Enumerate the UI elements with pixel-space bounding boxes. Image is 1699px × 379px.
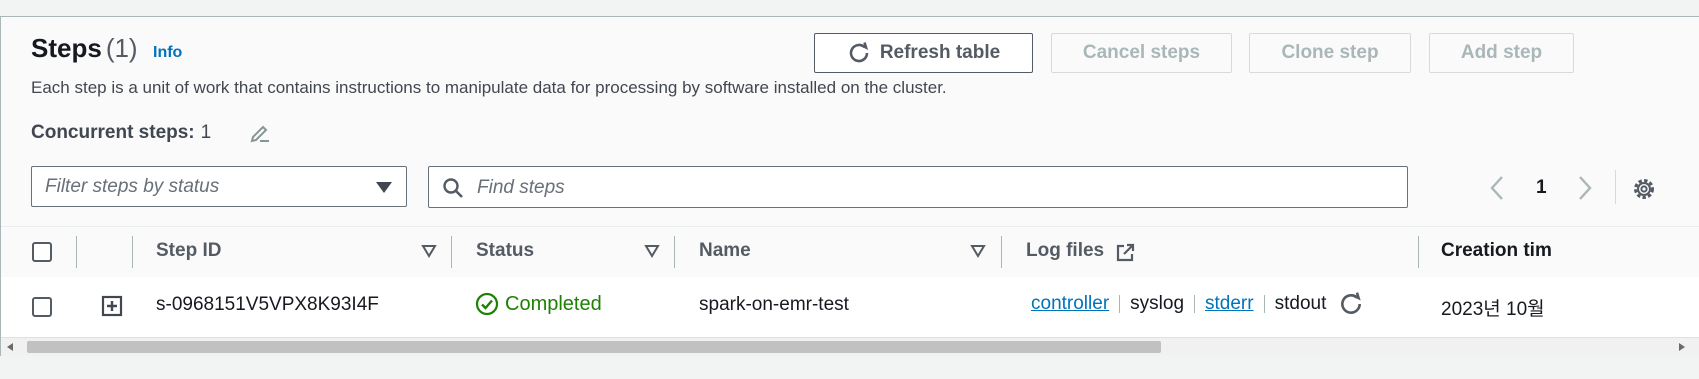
steps-description: Each step is a unit of work that contain… — [31, 78, 947, 97]
column-divider — [1418, 236, 1419, 268]
stdout-text: stdout — [1274, 293, 1327, 314]
cancel-label: Cancel steps — [1082, 42, 1201, 63]
pagination-divider — [1615, 170, 1616, 204]
check-circle-icon — [475, 292, 499, 316]
chevron-left-icon[interactable] — [1488, 175, 1506, 201]
step-name-cell: spark-on-emr-test — [699, 294, 849, 315]
select-all-checkbox[interactable] — [32, 242, 52, 262]
title-text: Steps — [31, 33, 102, 63]
log-separator — [1194, 295, 1196, 313]
log-separator — [1263, 295, 1265, 313]
status-filter-select[interactable]: Filter steps by status — [31, 166, 407, 207]
horizontal-scrollbar[interactable] — [1, 337, 1699, 356]
refresh-table-button[interactable]: Refresh table — [814, 33, 1033, 73]
column-step-id[interactable]: Step ID — [156, 240, 221, 262]
concurrent-value: 1 — [200, 122, 212, 143]
cancel-steps-button[interactable]: Cancel steps — [1051, 33, 1232, 73]
scrollbar-thumb[interactable] — [27, 341, 1161, 353]
row-checkbox[interactable] — [32, 297, 52, 317]
scroll-right-icon[interactable] — [1679, 343, 1685, 351]
scroll-left-icon[interactable] — [7, 343, 13, 351]
log-separator — [1119, 295, 1121, 313]
status-cell: Completed — [475, 292, 602, 316]
page-title: Steps (1) — [31, 33, 138, 64]
step-count: (1) — [105, 33, 138, 63]
add-step-button[interactable]: Add step — [1429, 33, 1574, 73]
column-log-files: Log files — [1026, 240, 1105, 261]
refresh-label: Refresh table — [879, 42, 1001, 63]
creation-time-cell: 2023년 10월 — [1441, 299, 1545, 320]
gear-icon[interactable] — [1631, 176, 1657, 202]
column-divider — [1001, 236, 1002, 268]
stderr-log-link[interactable]: stderr — [1205, 293, 1254, 315]
table-row[interactable]: s-0968151V5VPX8K93I4F Completed spark-on… — [1, 277, 1699, 337]
caret-down-icon — [376, 182, 392, 193]
chevron-right-icon[interactable] — [1576, 175, 1594, 201]
sort-icon[interactable] — [644, 244, 660, 258]
concurrent-label: Concurrent steps: — [31, 122, 195, 143]
sort-icon[interactable] — [970, 244, 986, 258]
controller-log-link[interactable]: controller — [1031, 293, 1109, 315]
clone-label: Clone step — [1281, 42, 1379, 63]
refresh-icon — [849, 42, 869, 63]
column-divider — [132, 236, 133, 268]
search-icon — [443, 178, 463, 198]
status-text: Completed — [505, 292, 602, 315]
sort-icon[interactable] — [421, 244, 437, 258]
page-number[interactable]: 1 — [1536, 177, 1547, 199]
column-name[interactable]: Name — [699, 240, 751, 262]
table-header: Step ID Status Name Log files Creation t… — [1, 226, 1699, 278]
info-link[interactable]: Info — [153, 44, 182, 62]
column-divider — [76, 236, 77, 268]
add-label: Add step — [1460, 42, 1543, 63]
refresh-logs-icon[interactable] — [1338, 291, 1364, 317]
step-id-cell: s-0968151V5VPX8K93I4F — [156, 294, 379, 315]
column-divider — [674, 236, 675, 268]
clone-step-button[interactable]: Clone step — [1249, 33, 1411, 73]
column-creation-time[interactable]: Creation tim — [1441, 240, 1552, 262]
concurrent-steps: Concurrent steps: 1 — [31, 122, 211, 144]
pencil-icon[interactable] — [249, 121, 271, 143]
column-divider — [451, 236, 452, 268]
syslog-text: syslog — [1130, 293, 1185, 314]
plus-square-icon[interactable] — [100, 294, 124, 318]
external-link-icon — [1116, 243, 1135, 262]
column-status[interactable]: Status — [476, 240, 534, 262]
status-filter-placeholder: Filter steps by status — [45, 176, 220, 197]
search-placeholder: Find steps — [477, 177, 565, 198]
log-files-cell: controller syslog stderr stdout — [1031, 291, 1364, 317]
search-input[interactable]: Find steps — [428, 166, 1408, 208]
